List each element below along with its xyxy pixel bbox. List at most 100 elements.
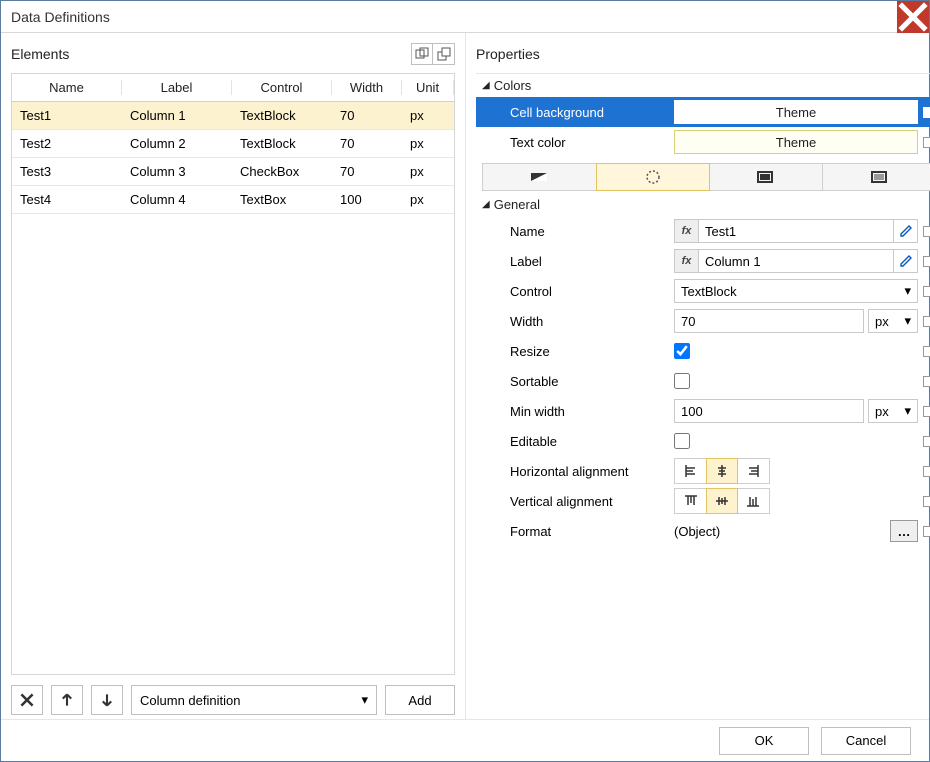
width-label: Width	[504, 314, 674, 329]
prop-label: Label fx	[476, 246, 930, 276]
col-width[interactable]: Width	[332, 80, 402, 95]
table-row[interactable]: Test4Column 4TextBox100px	[12, 186, 454, 214]
aux-box[interactable]	[923, 526, 930, 537]
valign-group	[674, 488, 770, 514]
ok-button[interactable]: OK	[719, 727, 809, 755]
style-tab-3[interactable]	[709, 164, 823, 190]
triangle-down-icon: ◢	[482, 80, 490, 91]
close-button[interactable]	[897, 1, 929, 33]
label-field: fx	[674, 249, 918, 273]
screen-icon	[756, 170, 774, 184]
element-type-dropdown[interactable]: Column definition ▾	[131, 685, 377, 715]
style-tab-2[interactable]	[596, 163, 711, 191]
cell-width: 70	[332, 136, 402, 151]
title-bar: Data Definitions	[1, 1, 929, 33]
sortable-label: Sortable	[504, 374, 674, 389]
valign-top[interactable]	[675, 489, 707, 513]
aux-box[interactable]	[923, 436, 930, 447]
chevron-down-icon: ▾	[904, 283, 911, 299]
collapse-icon	[437, 47, 451, 61]
halign-left[interactable]	[675, 459, 707, 483]
table-row[interactable]: Test2Column 2TextBlock70px	[12, 130, 454, 158]
elements-table[interactable]: Name Label Control Width Unit Test1Colum…	[11, 73, 455, 675]
edit-icon[interactable]	[893, 250, 917, 272]
aux-box[interactable]	[923, 286, 930, 297]
group-general-label: General	[494, 197, 540, 212]
window-title: Data Definitions	[11, 9, 110, 25]
fx-icon[interactable]: fx	[675, 250, 699, 272]
cell-unit: px	[402, 108, 454, 123]
resize-checkbox[interactable]	[674, 343, 690, 359]
aux-box[interactable]	[923, 226, 930, 237]
name-input[interactable]	[699, 220, 893, 242]
prop-editable: Editable	[476, 426, 930, 456]
cell-label: Column 4	[122, 192, 232, 207]
col-label[interactable]: Label	[122, 80, 232, 95]
arrow-up-icon	[60, 693, 74, 707]
aux-box[interactable]	[923, 137, 930, 148]
group-general[interactable]: ◢ General	[476, 193, 930, 216]
fx-icon[interactable]: fx	[675, 220, 699, 242]
valign-bottom[interactable]	[737, 489, 769, 513]
width-unit[interactable]: px▾	[868, 309, 918, 333]
dialog-footer: OK Cancel	[1, 719, 929, 761]
control-label: Control	[504, 284, 674, 299]
halign-center[interactable]	[706, 458, 738, 484]
collapse-all-button[interactable]	[433, 43, 455, 65]
triangle-down-icon: ◢	[482, 199, 490, 210]
cell-width: 70	[332, 164, 402, 179]
aux-box[interactable]	[923, 256, 930, 267]
edit-icon[interactable]	[893, 220, 917, 242]
prop-resize: Resize	[476, 336, 930, 366]
aux-box[interactable]	[923, 466, 930, 477]
valign-middle[interactable]	[706, 488, 738, 514]
prop-text-color[interactable]: Text color Theme	[476, 127, 930, 157]
add-button[interactable]: Add	[385, 685, 455, 715]
width-input[interactable]	[674, 309, 864, 333]
table-row[interactable]: Test1Column 1TextBlock70px	[12, 102, 454, 130]
editable-label: Editable	[504, 434, 674, 449]
dashed-circle-icon	[645, 169, 661, 185]
minwidth-input[interactable]	[674, 399, 864, 423]
aux-box[interactable]	[923, 346, 930, 357]
col-control[interactable]: Control	[232, 80, 332, 95]
cancel-button[interactable]: Cancel	[821, 727, 911, 755]
editable-checkbox[interactable]	[674, 433, 690, 449]
chevron-down-icon: ▾	[904, 313, 911, 329]
group-colors[interactable]: ◢ Colors	[476, 74, 930, 97]
halign-right[interactable]	[737, 459, 769, 483]
elements-title: Elements	[11, 46, 69, 62]
minwidth-unit[interactable]: px▾	[868, 399, 918, 423]
label-label: Label	[504, 254, 674, 269]
expand-all-button[interactable]	[411, 43, 433, 65]
delete-button[interactable]	[11, 685, 43, 715]
appearance-tabs	[482, 163, 930, 191]
aux-box[interactable]	[923, 496, 930, 507]
style-tab-4[interactable]	[823, 164, 930, 190]
cell-control: TextBlock	[232, 108, 332, 123]
col-unit[interactable]: Unit	[402, 80, 454, 95]
format-label: Format	[504, 524, 674, 539]
prop-cell-background[interactable]: Cell background Theme	[476, 97, 930, 127]
name-label: Name	[504, 224, 674, 239]
col-name[interactable]: Name	[12, 80, 122, 95]
halign-group	[674, 458, 770, 484]
table-row[interactable]: Test3Column 3CheckBox70px	[12, 158, 454, 186]
aux-box[interactable]	[923, 107, 930, 118]
cell-bg-label: Cell background	[504, 105, 674, 120]
aux-box[interactable]	[923, 316, 930, 327]
style-tab-1[interactable]	[483, 164, 597, 190]
move-up-button[interactable]	[51, 685, 83, 715]
control-dropdown[interactable]: TextBlock ▾	[674, 279, 918, 303]
format-browse[interactable]: …	[890, 520, 918, 542]
aux-box[interactable]	[923, 376, 930, 387]
sortable-checkbox[interactable]	[674, 373, 690, 389]
cell-bg-value[interactable]: Theme	[674, 100, 918, 124]
expand-icon	[415, 47, 429, 61]
label-input[interactable]	[699, 250, 893, 272]
move-down-button[interactable]	[91, 685, 123, 715]
prop-halign: Horizontal alignment	[476, 456, 930, 486]
aux-box[interactable]	[923, 406, 930, 417]
text-color-value[interactable]: Theme	[674, 130, 918, 154]
element-type-value: Column definition	[140, 693, 240, 708]
